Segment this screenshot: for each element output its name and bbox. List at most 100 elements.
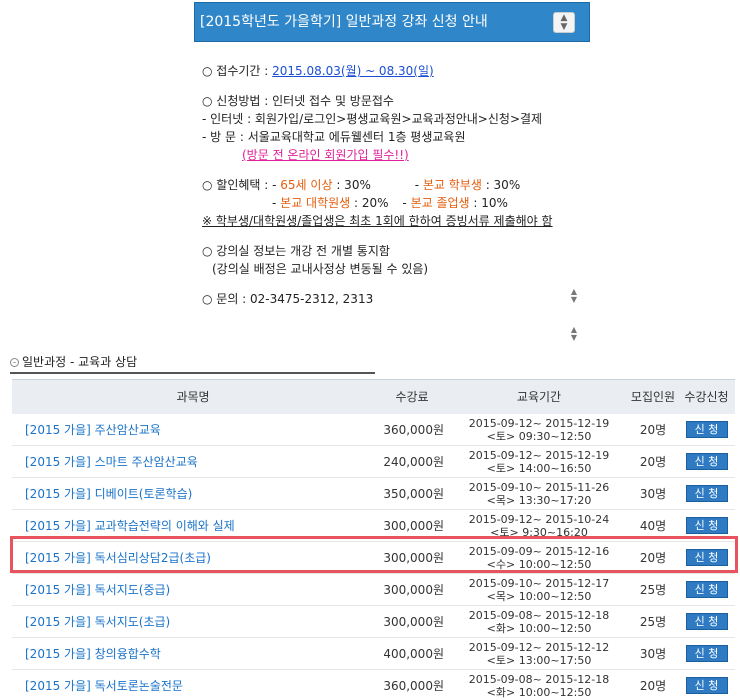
course-fee: 360,000원 xyxy=(383,423,444,437)
period-line: ○ 접수기간 : 2015.08.03(월) ~ 08.30(일) xyxy=(202,62,602,80)
course-capacity: 20명 xyxy=(639,551,667,565)
course-fee: 300,000원 xyxy=(383,551,444,565)
room-line: ○ 강의실 정보는 개강 전 개별 통지함 xyxy=(202,244,390,258)
apply-button[interactable]: 신 청 xyxy=(685,613,728,630)
course-capacity: 25명 xyxy=(639,583,667,597)
course-period: 2015-09-12~ 2015-12-12 <토> 13:00~17:50 xyxy=(450,641,628,667)
apply-button[interactable]: 신 청 xyxy=(685,549,728,566)
period-time: <토> 09:30~12:50 xyxy=(486,429,592,443)
period-dates: 2015-09-10~ 2015-12-17 xyxy=(468,576,610,590)
course-name-link[interactable]: [2015 가을] 창의융합수학 xyxy=(12,645,374,662)
course-fee: 350,000원 xyxy=(383,487,444,501)
notice-scroll-spinner[interactable]: ▲ ▼ xyxy=(567,288,581,306)
course-capacity: 20명 xyxy=(639,423,667,437)
notice-scroll-spinner-2[interactable]: ▲ ▼ xyxy=(567,326,581,344)
period-value[interactable]: 2015.08.03(월) ~ 08.30(일) xyxy=(272,64,434,78)
notice-title: [2015학년도 가을학기] 일반과정 강좌 신청 안내 xyxy=(200,14,488,30)
apply-button[interactable]: 신 청 xyxy=(685,517,728,534)
course-name-link[interactable]: [2015 가을] 스마트 주산암산교육 xyxy=(12,453,374,470)
course-capacity: 20명 xyxy=(639,679,667,693)
apply-cell: 신 청 xyxy=(678,549,735,566)
notice-title-box: [2015학년도 가을학기] 일반과정 강좌 신청 안내 ▲ ▼ xyxy=(194,2,590,42)
course-name-link[interactable]: [2015 가을] 독서지도(중급) xyxy=(12,581,374,598)
apply-cell: 신 청 xyxy=(678,453,735,470)
course-fee: 300,000원 xyxy=(383,583,444,597)
apply-button[interactable]: 신 청 xyxy=(685,645,728,662)
visit-note-line: (방문 전 온라인 회원가입 필수!!) xyxy=(202,146,602,164)
period-time: <토> 9:30~16:20 xyxy=(490,525,588,539)
period-dates: 2015-09-08~ 2015-12-18 xyxy=(468,608,610,622)
course-name-link[interactable]: [2015 가을] 독서지도(초급) xyxy=(12,613,374,630)
discount-line-1: ○ 할인혜택 : - 65세 이상 : 30% - 본교 학부생 : 30% xyxy=(202,178,521,192)
table-row: [2015 가을] 디베이트(토론학습) 350,000원 2015-09-10~ … xyxy=(12,478,735,510)
course-fee: 300,000원 xyxy=(383,615,444,629)
course-name-link[interactable]: [2015 가을] 교과학습전략의 이해와 실제 xyxy=(12,517,374,534)
apply-cell: 신 청 xyxy=(678,677,735,694)
course-name-link[interactable]: [2015 가을] 디베이트(토론학습) xyxy=(12,485,374,502)
course-name-link[interactable]: [2015 가을] 주산암산교육 xyxy=(12,421,374,438)
period-time: <목> 10:00~12:50 xyxy=(486,589,592,603)
period-dates: 2015-09-12~ 2015-10-24 xyxy=(468,512,610,526)
header-apply: 수강신청 xyxy=(684,390,729,404)
period-time: <화> 10:00~12:50 xyxy=(486,685,592,699)
table-row: [2015 가을] 독서심리상담2급(초급) 300,000원 2015-09-09… xyxy=(12,542,735,574)
visit-line: - 방 문 : 서울교육대학교 에듀웰센터 1층 평생교육원 xyxy=(202,130,466,144)
period-dates: 2015-09-12~ 2015-12-12 xyxy=(468,640,610,654)
course-period: 2015-09-08~ 2015-12-18 <화> 10:00~12:50 xyxy=(450,609,628,635)
course-fee: 400,000원 xyxy=(383,647,444,661)
table-row: [2015 가을] 독서토론논술전문 360,000원 2015-09-08~ 20… xyxy=(12,670,735,700)
period-dates: 2015-09-10~ 2015-11-26 xyxy=(468,480,610,494)
method-line: ○ 신청방법 : 인터넷 접수 및 방문접수 xyxy=(202,94,394,108)
discount-line-2: - 본교 대학원생 : 20% - 본교 졸업생 : 10% xyxy=(272,196,508,210)
course-name-link[interactable]: [2015 가을] 독서심리상담2급(초급) xyxy=(12,549,374,566)
apply-cell: 신 청 xyxy=(678,581,735,598)
course-name-link[interactable]: [2015 가을] 독서토론논술전문 xyxy=(12,677,374,694)
course-period: 2015-09-12~ 2015-10-24 <토> 9:30~16:20 xyxy=(450,513,628,539)
period-dates: 2015-09-12~ 2015-12-19 xyxy=(468,448,610,462)
period-dates: 2015-09-12~ 2015-12-19 xyxy=(468,416,610,430)
course-period: 2015-09-10~ 2015-11-26 <목> 13:30~17:20 xyxy=(450,481,628,507)
proof-note: ※ 학부생/대학원생/졸업생은 최초 1회에 한하여 증빙서류 제출해야 함 xyxy=(202,214,553,228)
contact-line: ○ 문의 : 02-3475-2312, 2313 xyxy=(202,292,374,306)
header-capacity: 모집인원 xyxy=(630,390,676,404)
course-fee: 360,000원 xyxy=(383,679,444,693)
course-capacity: 40명 xyxy=(639,519,667,533)
period-label: ○ 접수기간 : xyxy=(202,64,269,78)
table-row: [2015 가을] 스마트 주산암산교육 240,000원 2015-09-12~ … xyxy=(12,446,735,478)
course-capacity: 20명 xyxy=(639,455,667,469)
course-period: 2015-09-12~ 2015-12-19 <토> 14:00~16:50 xyxy=(450,449,628,475)
period-dates: 2015-09-09~ 2015-12-16 xyxy=(468,544,610,558)
course-period: 2015-09-08~ 2015-12-18 <화> 10:00~12:50 xyxy=(450,673,628,699)
notice-body: ○ 접수기간 : 2015.08.03(월) ~ 08.30(일) ○ 신청방법… xyxy=(202,62,602,308)
period-time: <화> 10:00~12:50 xyxy=(486,621,592,635)
collapse-icon[interactable]: – xyxy=(10,358,19,367)
discount-senior: 65세 이상 xyxy=(280,178,333,192)
header-period: 교육기간 xyxy=(516,390,562,404)
discount-label: ○ 할인혜택 : - xyxy=(202,178,277,192)
period-time: <목> 13:30~17:20 xyxy=(486,493,592,507)
apply-button[interactable]: 신 청 xyxy=(685,421,728,438)
course-fee: 300,000원 xyxy=(383,519,444,533)
section-title: 일반과정 - 교육과 상담 xyxy=(22,355,138,369)
discount-senior-rate: : 30% xyxy=(336,178,371,192)
apply-button[interactable]: 신 청 xyxy=(685,453,728,470)
period-time: <토> 13:00~17:50 xyxy=(486,653,592,667)
table-header: 과목명 수강료 교육기간 모집인원 수강신청 xyxy=(12,379,735,414)
discount-undergrad-rate: : 30% xyxy=(485,178,521,192)
room-note: (강의실 배정은 교내사정상 변동될 수 있음) xyxy=(212,262,429,276)
period-dates: 2015-09-08~ 2015-12-18 xyxy=(468,672,610,686)
header-name: 과목명 xyxy=(176,390,210,404)
course-period: 2015-09-12~ 2015-12-19 <토> 09:30~12:50 xyxy=(450,417,628,443)
table-body: [2015 가을] 주산암산교육 360,000원 2015-09-12~ 2015… xyxy=(12,414,735,700)
course-capacity: 25명 xyxy=(639,615,667,629)
table-row: [2015 가을] 독서지도(초급) 300,000원 2015-09-08~ 20… xyxy=(12,606,735,638)
apply-cell: 신 청 xyxy=(678,517,735,534)
course-capacity: 30명 xyxy=(639,487,667,501)
course-period: 2015-09-10~ 2015-12-17 <목> 10:00~12:50 xyxy=(450,577,628,603)
apply-button[interactable]: 신 청 xyxy=(685,581,728,598)
apply-button[interactable]: 신 청 xyxy=(685,485,728,502)
title-scroll-spinner[interactable]: ▲ ▼ xyxy=(553,12,575,33)
course-table: 과목명 수강료 교육기간 모집인원 수강신청 [2015 가을] 주산암산교육 3… xyxy=(12,379,735,700)
apply-button[interactable]: 신 청 xyxy=(685,677,728,694)
header-fee: 수강료 xyxy=(395,390,429,404)
